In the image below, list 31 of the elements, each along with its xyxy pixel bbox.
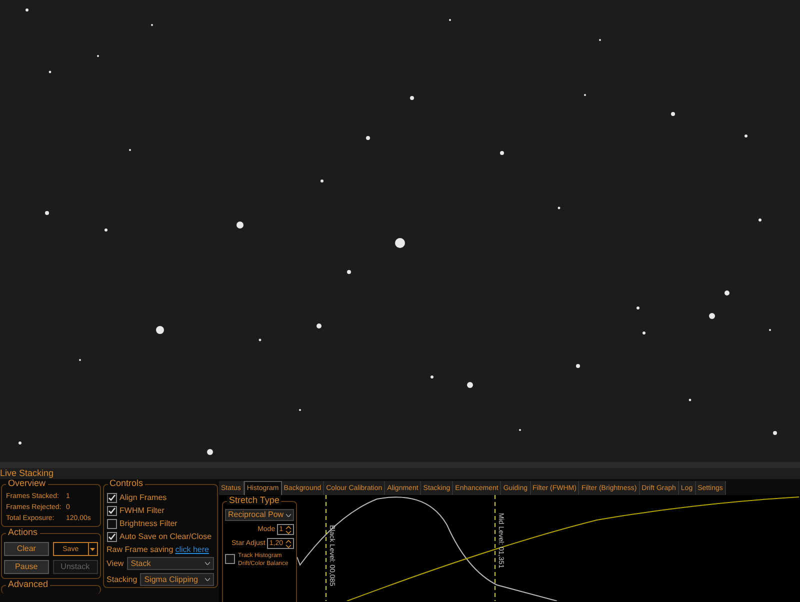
checkbox[interactable] [106,506,117,516]
checkbox[interactable] [225,554,235,564]
checkbox[interactable] [106,493,117,503]
checkbox-label: FWHM Filter [120,507,164,515]
group-title: Actions [6,528,40,537]
click-here-link[interactable]: click here [175,546,209,554]
select-label: Stacking [106,576,138,584]
checkbox-label: Auto Save on Clear/Close [120,533,212,541]
group-title: Overview [6,479,48,488]
spinner-arrows-icon [284,524,293,534]
group-title: Controls [108,479,146,488]
chevron-icon [286,514,291,516]
chevron-icon [205,562,210,565]
select-label: View [106,560,124,568]
checkbox-label: Align Frames [120,494,167,502]
panel-title: Live Stacking [0,469,54,478]
group-title: Advanced [6,580,50,589]
raw-frame-label: Raw Frame saving [106,546,174,554]
caret-icon [90,548,96,550]
dropdown[interactable]: Stack [126,557,214,570]
dropdown[interactable]: Sigma Clipping [140,573,214,586]
action-button[interactable]: Clear [4,542,49,556]
action-button[interactable]: Pause [4,560,49,574]
chevron-icon [205,578,210,581]
check-icon [108,533,116,541]
checkbox[interactable] [106,532,117,542]
group-title: Stretch Type [227,496,282,505]
checkbox-label: Brightness Filter [120,520,178,528]
spinner-arrows-icon [284,538,293,548]
stretch-dropdown[interactable]: Reciprocal Pow [225,509,294,521]
checkbox[interactable] [106,519,117,529]
